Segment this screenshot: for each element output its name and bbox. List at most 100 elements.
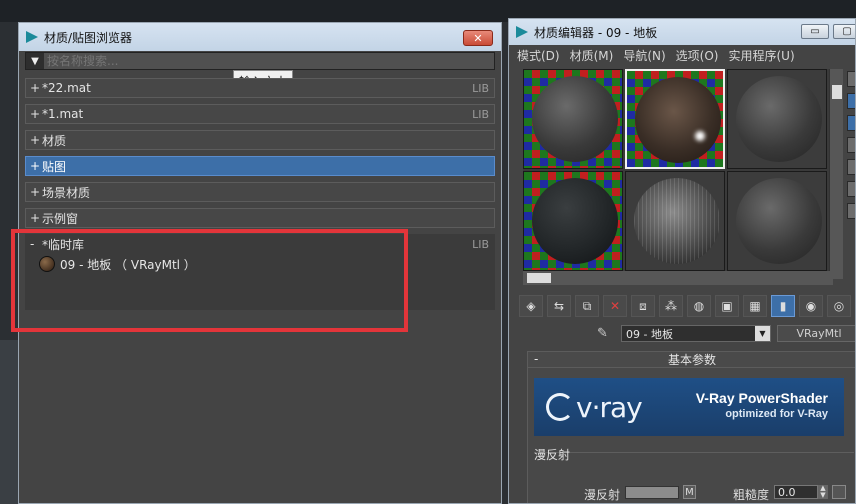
lib-badge: LIB: [472, 82, 489, 95]
sample-slots-grid: [523, 69, 829, 275]
sample-slot-5[interactable]: [625, 171, 725, 271]
options-icon[interactable]: [847, 203, 855, 219]
get-material-icon[interactable]: ◈: [519, 295, 543, 317]
diffuse-map-button[interactable]: M: [683, 485, 696, 499]
backlight-icon[interactable]: [847, 93, 855, 109]
group-maps[interactable]: + 贴图: [25, 156, 495, 176]
3dsmax-logo-icon: [25, 30, 40, 45]
material-name-dropdown[interactable]: 09 - 地板 ▼: [621, 325, 771, 342]
diffuse-label: 漫反射: [584, 488, 621, 502]
vray-logo-icon: v·ray: [546, 390, 643, 424]
menu-options[interactable]: 选项(O): [676, 47, 719, 64]
sample-slot-2-active[interactable]: [625, 69, 725, 169]
scroll-thumb[interactable]: [832, 85, 842, 99]
sample-slot-3[interactable]: [727, 69, 827, 169]
browser-titlebar[interactable]: 材质/贴图浏览器 ✕: [19, 23, 501, 51]
group-22-mat[interactable]: + *22.mat LIB: [25, 78, 495, 98]
rollout-title: 基本参数: [667, 353, 716, 367]
vray-logo-text: v·ray: [576, 390, 643, 424]
rollout-header[interactable]: - 基本参数: [528, 352, 855, 368]
expand-toggle: +: [30, 133, 41, 147]
material-sphere: [736, 178, 822, 264]
expand-toggle: +: [30, 81, 41, 95]
roughness-map-button[interactable]: [832, 485, 846, 499]
basic-parameters-rollout: - 基本参数 v·ray V-Ray PowerShader optimized…: [527, 351, 855, 503]
sample-type-icon[interactable]: [847, 71, 855, 87]
collapse-toggle: -: [534, 352, 539, 366]
group-label: 场景材质: [42, 185, 91, 200]
editor-menubar: 模式(D) 材质(M) 导航(N) 选项(O) 实用程序(U): [509, 45, 855, 65]
reset-map-icon[interactable]: ✕: [603, 295, 627, 317]
go-to-parent-icon[interactable]: ◉: [799, 295, 823, 317]
browser-title: 材质/贴图浏览器: [44, 30, 133, 45]
vray-swirl-icon: [546, 393, 574, 421]
highlight-box-temp-library: [11, 229, 408, 332]
search-options-dropdown-icon[interactable]: ▼: [26, 53, 44, 69]
roughness-spinner-arrows-icon[interactable]: ▲ ▼: [818, 485, 828, 499]
sample-slot-6[interactable]: [727, 171, 827, 271]
banner-subtitle: optimized for V-Ray: [725, 408, 828, 420]
banner-title: V-Ray PowerShader: [695, 390, 828, 406]
expand-toggle: +: [30, 107, 41, 121]
slots-vertical-scrollbar[interactable]: [829, 69, 843, 279]
material-editor-window: 材质编辑器 - 09 - 地板 ▭ ▢ 模式(D) 材质(M) 导航(N) 选项…: [508, 18, 856, 504]
lib-badge: LIB: [472, 108, 489, 121]
go-forward-to-sibling-icon[interactable]: ◎: [827, 295, 851, 317]
group-scene-materials[interactable]: + 场景材质: [25, 182, 495, 202]
3dsmax-logo-icon: [515, 25, 530, 40]
sample-slot-1[interactable]: [523, 69, 623, 169]
maximize-button[interactable]: ▢: [833, 24, 855, 39]
group-materials[interactable]: + 材质: [25, 130, 495, 150]
roughness-input[interactable]: 0.0: [774, 485, 818, 499]
make-preview-icon[interactable]: [847, 181, 855, 197]
make-unique-icon[interactable]: ⁂: [659, 295, 683, 317]
put-material-to-scene-icon[interactable]: ⇆: [547, 295, 571, 317]
video-color-check-icon[interactable]: [847, 159, 855, 175]
scroll-thumb[interactable]: [527, 273, 551, 283]
sample-uv-tiling-icon[interactable]: [847, 137, 855, 153]
editor-title: 材质编辑器 - 09 - 地板: [534, 25, 658, 40]
diffuse-section-label: 漫反射: [534, 448, 571, 462]
viewport-edge: [0, 340, 18, 504]
menu-navigation[interactable]: 导航(N): [623, 47, 665, 64]
material-type-button[interactable]: VRayMtl: [777, 325, 855, 342]
group-label: *22.mat: [42, 81, 91, 95]
group-label: 示例窗: [42, 211, 79, 226]
menu-mode[interactable]: 模式(D): [517, 47, 560, 64]
chevron-down-icon[interactable]: ▼: [755, 326, 770, 341]
banner-text: V-Ray PowerShader optimized for V-Ray: [696, 390, 828, 420]
search-by-name-input[interactable]: [44, 53, 494, 69]
roughness-label: 粗糙度: [733, 488, 770, 502]
browser-close-button[interactable]: ✕: [463, 30, 493, 46]
slots-horizontal-scrollbar[interactable]: [523, 271, 833, 285]
material-name-value: 09 - 地板: [626, 327, 673, 341]
diffuse-color-swatch[interactable]: [625, 486, 679, 499]
vray-banner: v·ray V-Ray PowerShader optimized for V-…: [534, 378, 844, 436]
assign-material-to-selection-icon[interactable]: ⧉: [575, 295, 599, 317]
menu-material[interactable]: 材质(M): [570, 47, 614, 64]
group-1-mat[interactable]: + *1.mat LIB: [25, 104, 495, 124]
material-sphere-wood: [635, 77, 721, 163]
minimize-button[interactable]: ▭: [801, 24, 829, 39]
side-toolbar: [847, 71, 855, 225]
show-shaded-material-icon[interactable]: ▦: [743, 295, 767, 317]
eyedropper-icon[interactable]: ✎: [597, 326, 613, 342]
editor-titlebar[interactable]: 材质编辑器 - 09 - 地板 ▭ ▢: [509, 19, 855, 45]
window-controls: ▭ ▢: [801, 24, 855, 39]
group-label: 贴图: [42, 159, 67, 174]
lib-badge: LIB: [472, 238, 489, 251]
sample-slot-4[interactable]: [523, 171, 623, 271]
material-sphere: [634, 178, 720, 264]
put-to-library-icon[interactable]: ◍: [687, 295, 711, 317]
expand-toggle: +: [30, 185, 41, 199]
material-id-channel-icon[interactable]: ▣: [715, 295, 739, 317]
group-sample-slots[interactable]: + 示例窗: [25, 208, 495, 228]
background-icon[interactable]: [847, 115, 855, 131]
group-label: 材质: [42, 133, 67, 148]
expand-toggle: +: [30, 211, 41, 225]
menu-utilities[interactable]: 实用程序(U): [728, 47, 794, 64]
show-end-result-icon[interactable]: ▮: [771, 295, 795, 317]
material-sphere: [532, 76, 618, 162]
copy-material-icon[interactable]: ⧈: [631, 295, 655, 317]
editor-toolbar: ◈ ⇆ ⧉ ✕ ⧈ ⁂ ◍ ▣ ▦ ▮ ◉ ◎: [519, 295, 851, 319]
